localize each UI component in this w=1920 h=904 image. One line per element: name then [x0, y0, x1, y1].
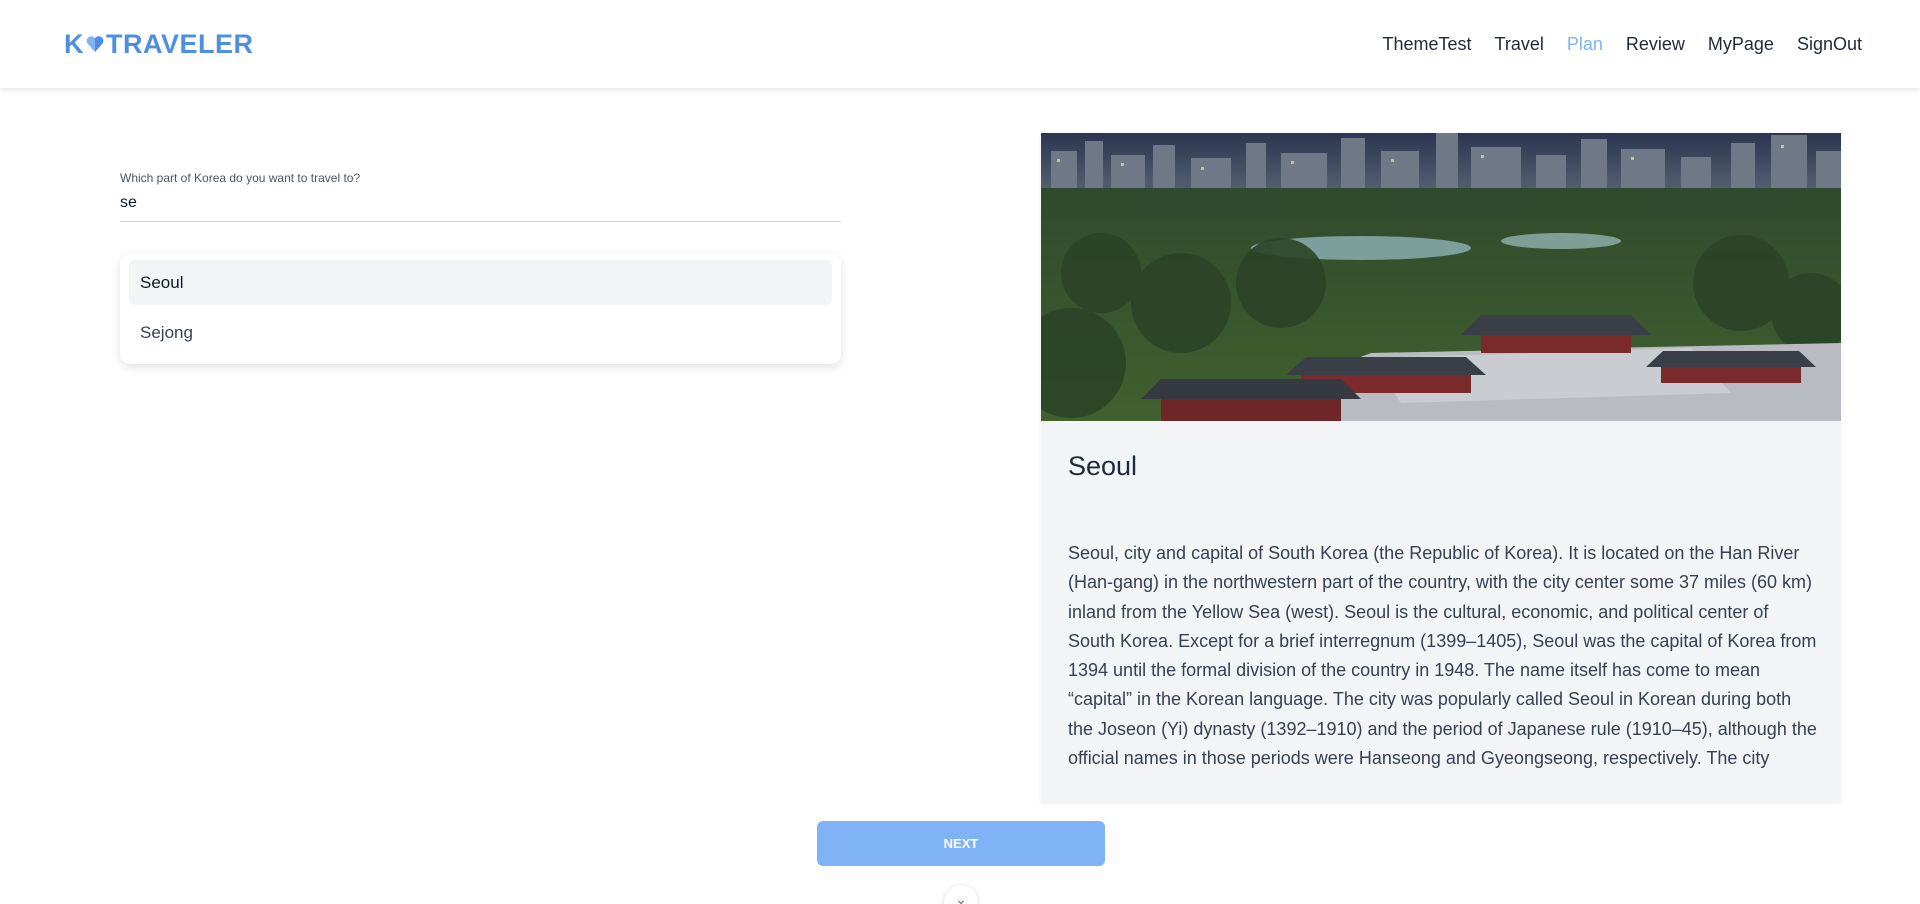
- nav-themetest[interactable]: ThemeTest: [1382, 32, 1471, 56]
- site-logo[interactable]: K TRAVELER: [64, 29, 254, 60]
- destination-card: Seoul Seoul, city and capital of South K…: [1041, 133, 1841, 802]
- suggestion-sejong[interactable]: Sejong: [129, 310, 832, 355]
- heart-icon: [86, 36, 104, 52]
- suggestion-seoul[interactable]: Seoul: [129, 260, 832, 305]
- next-button[interactable]: NEXT: [817, 821, 1105, 866]
- logo-text-traveler: TRAVELER: [106, 28, 254, 59]
- destination-title: Seoul: [1068, 451, 1138, 481]
- destination-input[interactable]: [120, 194, 841, 222]
- chevron-down-icon[interactable]: ⌄: [944, 885, 978, 904]
- nav-signout[interactable]: SignOut: [1797, 32, 1862, 56]
- logo-text-k: K: [64, 28, 84, 59]
- destination-field: Which part of Korea do you want to trave…: [120, 171, 841, 222]
- destination-label: Which part of Korea do you want to trave…: [120, 171, 361, 185]
- nav-review[interactable]: Review: [1626, 32, 1685, 56]
- nav-mypage[interactable]: MyPage: [1708, 32, 1774, 56]
- nav-travel[interactable]: Travel: [1495, 32, 1544, 56]
- autocomplete-list: Seoul Sejong: [120, 254, 841, 364]
- destination-description: Seoul, city and capital of South Korea (…: [1068, 543, 1817, 769]
- nav-plan[interactable]: Plan: [1567, 32, 1603, 56]
- main-nav: ThemeTest Travel Plan Review MyPage Sign…: [1382, 32, 1862, 56]
- top-navbar: K TRAVELER ThemeTest Travel Plan Review …: [0, 0, 1920, 88]
- palace-photo: [1041, 133, 1841, 421]
